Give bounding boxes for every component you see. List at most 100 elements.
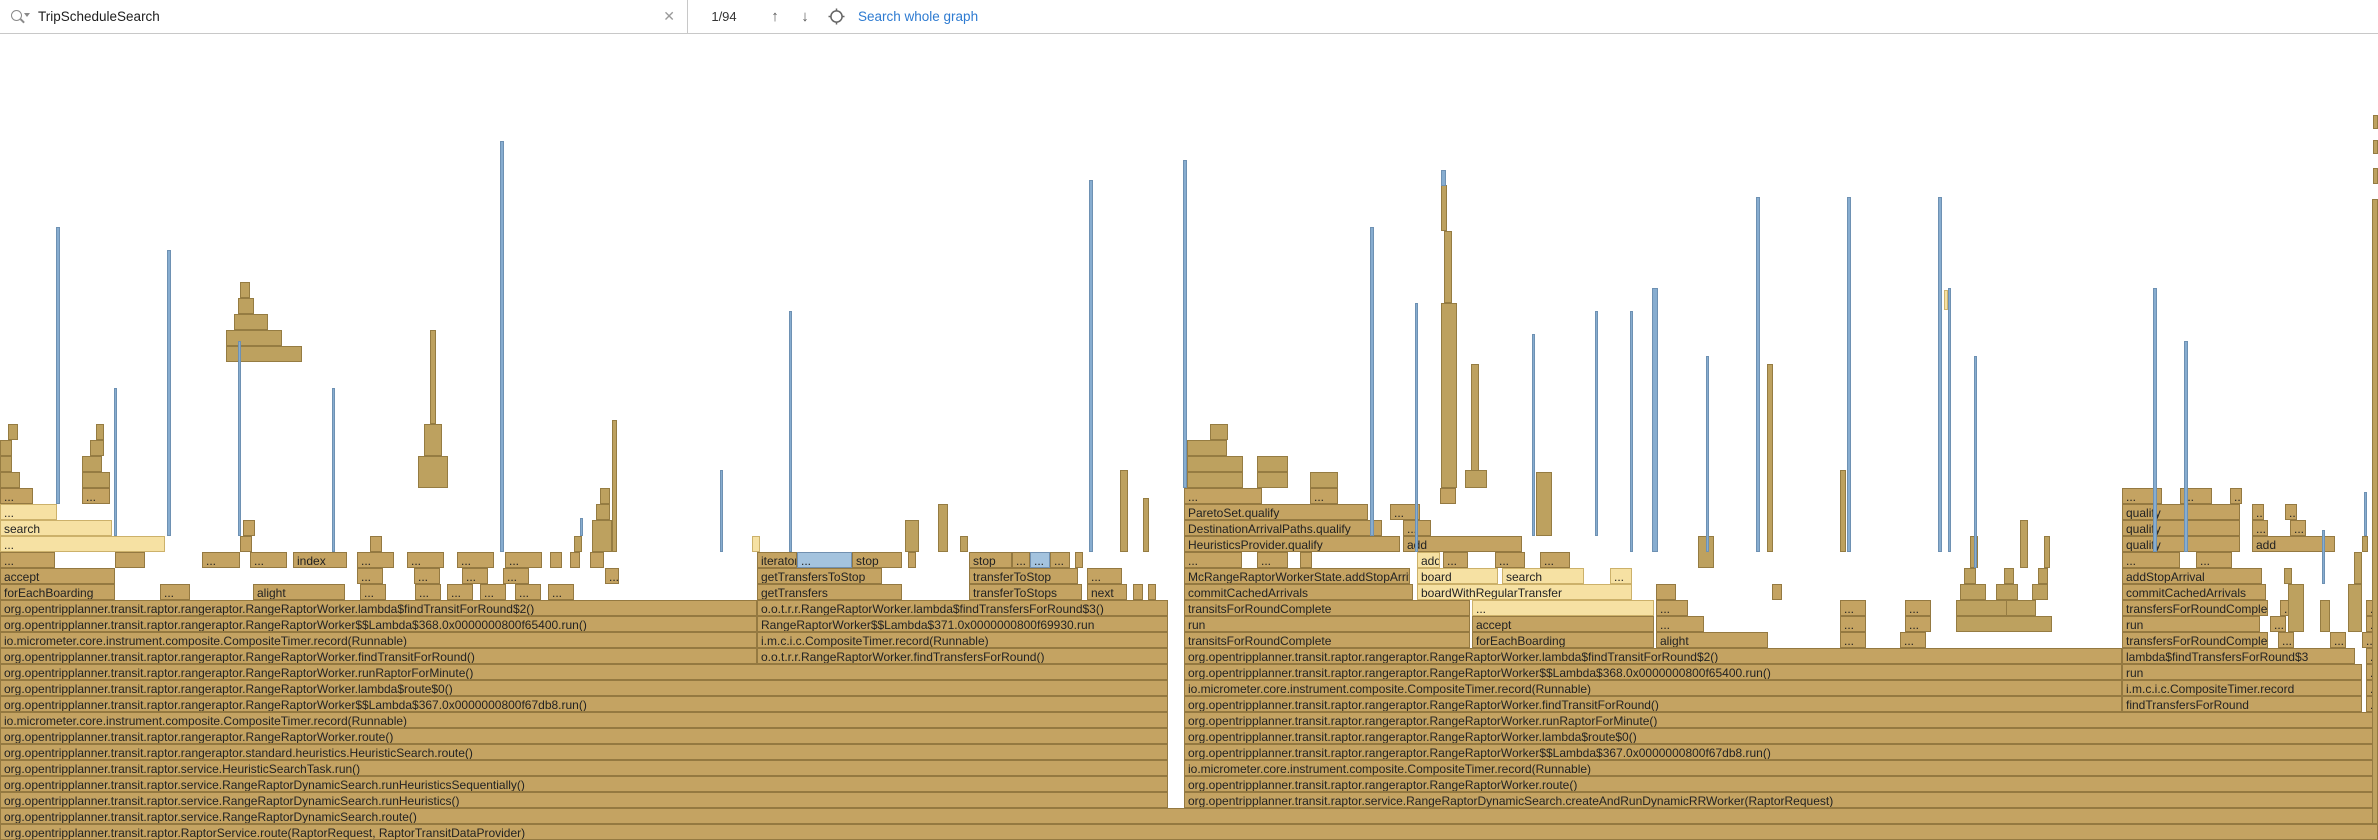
flame-match-spike[interactable] [1370,227,1374,536]
flame-frame[interactable]: io.micrometer.core.instrument.composite.… [0,632,757,648]
flame-match-spike[interactable] [580,518,583,536]
flame-frame[interactable]: org.opentripplanner.transit.raptor.range… [0,648,757,664]
flame-tower-frame[interactable] [2044,536,2050,568]
flame-frame[interactable]: ParetoSet.qualify [1184,504,1368,520]
flame-frame[interactable]: lambda$findTransfersForRound$3 [2122,648,2355,664]
flame-frame[interactable]: next [1087,584,1127,600]
flame-frame[interactable]: org.opentripplanner.transit.raptor.servi… [0,792,1168,808]
flame-tower-frame[interactable] [1960,584,1986,600]
flame-frame[interactable] [908,552,916,568]
flame-frame[interactable]: ... [1905,600,1931,616]
flame-frame[interactable]: ... [462,568,488,584]
flame-frame[interactable]: accept [1472,616,1654,632]
flame-frame[interactable]: ... [357,552,394,568]
flame-frame[interactable]: ... [480,584,506,600]
flame-frame[interactable]: iterator [757,552,797,568]
flame-match-spike[interactable] [1974,356,1977,568]
flame-tower-frame[interactable] [2320,600,2330,632]
flame-frame[interactable]: commitCachedArrivals [2122,584,2266,600]
flame-match-spike[interactable] [167,250,171,536]
flame-frame[interactable] [570,552,580,568]
flame-frame[interactable]: ... [1495,552,1525,568]
flame-frame[interactable]: ... [2290,520,2306,536]
flame-frame[interactable]: ... [407,552,444,568]
flame-frame[interactable]: o.o.t.r.r.RangeRaptorWorker.lambda$findT… [757,600,1168,616]
flame-tower-frame[interactable] [234,314,268,330]
flame-tower-frame[interactable] [960,536,968,552]
flame-frame[interactable]: ... [457,552,494,568]
flame-frame[interactable]: forEachBoarding [1472,632,1654,648]
search-whole-graph-link[interactable]: Search whole graph [858,0,978,33]
flame-frame[interactable]: ... [605,568,619,584]
flame-tower-frame[interactable] [2004,568,2014,584]
next-match-button[interactable]: ↓ [790,0,820,33]
flame-frame[interactable]: ... [1012,552,1030,568]
flame-tower-frame[interactable] [0,456,12,472]
flame-tower-frame[interactable] [596,504,610,520]
flame-frame[interactable]: i.m.c.i.c.CompositeTimer.record(Runnable… [757,632,1168,648]
flame-match-spike[interactable] [1415,303,1418,552]
flame-frame[interactable]: ... [1050,552,1070,568]
flame-frame[interactable]: ... [1610,568,1632,584]
flame-frame[interactable] [115,552,145,568]
flame-frame[interactable]: getTransfersToStop [757,568,882,584]
flame-frame[interactable] [1656,584,1676,600]
flame-frame[interactable]: addStopArrival [2122,568,2262,584]
flame-match-spike[interactable] [1595,311,1598,536]
flame-frame[interactable]: org.opentripplanner.transit.raptor.range… [0,600,757,616]
flame-tower-frame[interactable] [1441,170,1446,186]
flame-frame[interactable]: ... [0,536,165,552]
flame-match-spike[interactable] [1706,356,1709,552]
flame-frame[interactable] [1300,552,1312,568]
flame-tower-frame[interactable] [2038,568,2048,584]
flame-frame[interactable]: ... [414,568,440,584]
flame-frame[interactable]: ... [505,552,542,568]
flame-tower-frame[interactable] [1187,456,1243,472]
flame-frame[interactable]: org.opentripplanner.transit.raptor.range… [0,664,1168,680]
flame-match-spike[interactable] [1630,311,1633,552]
flame-tower-frame[interactable] [600,488,610,504]
flame-tower-frame[interactable] [612,420,617,552]
flame-frame[interactable]: findTransfersForRound [2122,696,2362,712]
flame-frame[interactable]: commitCachedArrivals [1184,584,1413,600]
flame-tower-frame[interactable] [2020,520,2028,568]
flame-match-spike[interactable] [332,388,335,552]
flame-frame[interactable]: ... [2285,504,2297,520]
flame-graph[interactable]: org.opentripplanner.transit.raptor.Rapto… [0,34,2378,840]
flame-tower-frame[interactable] [1120,470,1128,552]
flame-frame[interactable]: io.micrometer.core.instrument.composite.… [0,712,1168,728]
flame-match-spike[interactable] [1938,197,1942,552]
flame-frame[interactable]: ... [1030,552,1050,568]
flame-frame[interactable]: qualify [2122,536,2240,552]
flame-frame[interactable]: McRangeRaptorWorkerState.addStopArrival [1184,568,1410,584]
flame-tower-frame[interactable] [2354,552,2362,584]
flame-frame[interactable]: boardWithRegularTransfer [1417,584,1632,600]
flame-tower-frame[interactable] [90,440,104,456]
flame-frame[interactable] [1440,488,1456,504]
flame-match-spike[interactable] [789,311,792,552]
flame-frame[interactable]: board [1417,568,1498,584]
flame-frame[interactable]: qualify [2122,504,2240,520]
flame-frame[interactable]: ... [515,584,541,600]
flame-frame[interactable]: ... [0,552,55,568]
flame-frame[interactable]: org.opentripplanner.transit.raptor.range… [0,680,1168,696]
flame-frame[interactable]: qualify [2122,520,2240,536]
flame-frame[interactable]: getTransfers [757,584,902,600]
flame-frame[interactable]: accept [0,568,115,584]
flame-frame[interactable]: ... [1540,552,1570,568]
flame-frame[interactable]: org.opentripplanner.transit.raptor.range… [1184,664,2122,680]
flame-frame[interactable]: ... [797,552,852,568]
flame-frame[interactable]: ... [2270,616,2286,632]
flame-tower-frame[interactable] [8,424,18,440]
flame-frame[interactable]: search [1502,568,1584,584]
flame-tower-frame[interactable] [1840,470,1846,552]
flame-match-spike[interactable] [2322,530,2325,584]
flame-frame[interactable]: run [2122,664,2362,680]
flame-frame[interactable]: stop [852,552,902,568]
flame-frame[interactable]: run [2122,616,2260,632]
flame-frame[interactable]: transferToStop [969,568,1078,584]
flame-frame[interactable]: org.opentripplanner.transit.raptor.Rapto… [0,824,2378,840]
flame-frame[interactable]: ... [1087,568,1122,584]
flame-frame[interactable]: ... [1184,552,1242,568]
flame-frame[interactable]: ... [1472,600,1654,616]
